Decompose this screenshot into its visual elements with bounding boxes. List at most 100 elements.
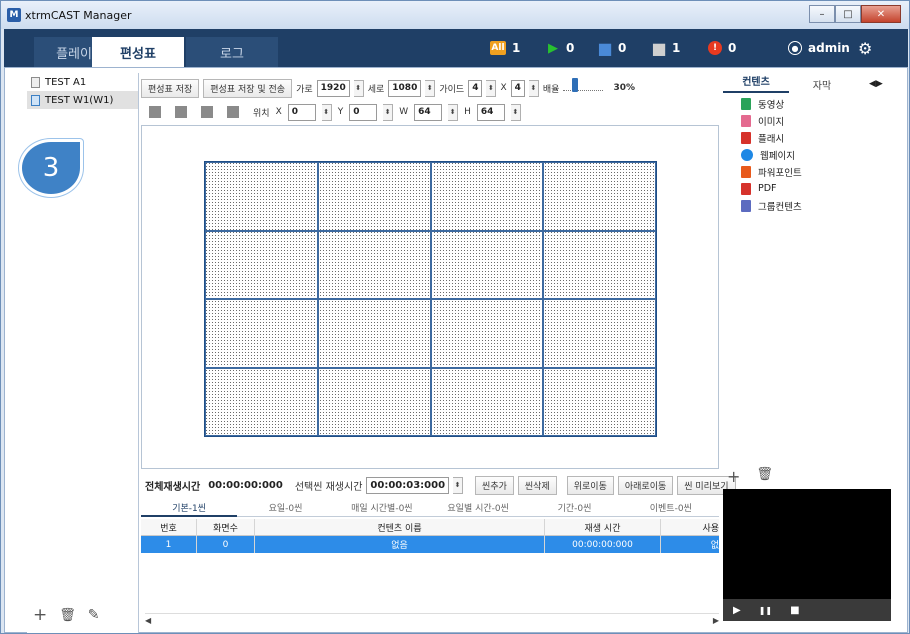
status-offline[interactable]: ■ 1 <box>651 29 680 67</box>
stop-icon[interactable]: ■ <box>790 605 799 616</box>
tab-event[interactable]: 이벤트-0씬 <box>622 499 719 517</box>
guide-x-spinner[interactable]: ⬍ <box>486 79 497 97</box>
list-item[interactable]: 이미지 <box>741 112 881 129</box>
list-item[interactable]: 파워포인트 <box>741 163 881 180</box>
tab-period[interactable]: 기간-0씬 <box>526 499 623 517</box>
pos-x-input[interactable]: 0 <box>287 103 316 121</box>
align-right-icon[interactable] <box>227 106 239 118</box>
tab-basic[interactable]: 기본-1씬 <box>141 499 238 517</box>
tab-daily-time[interactable]: 매일 시간별-0씬 <box>333 499 430 517</box>
pos-y-spinner[interactable]: ⬍ <box>383 103 394 121</box>
status-stopped[interactable]: ■ 0 <box>597 29 626 67</box>
list-item[interactable]: 웹페이지 <box>741 146 881 163</box>
add-content-icon[interactable]: + <box>727 467 740 486</box>
tab-schedule[interactable]: 편성표 <box>92 37 184 67</box>
settings-gear-icon[interactable]: ⚙ <box>858 29 872 67</box>
grid-cell[interactable] <box>317 162 431 231</box>
grid-cell[interactable] <box>430 162 544 231</box>
zoom-slider[interactable] <box>563 78 604 92</box>
add-scene-button[interactable]: 씬추가 <box>475 475 514 495</box>
height-spinner[interactable]: ⬍ <box>425 79 436 97</box>
pos-w-input[interactable]: 64 <box>414 103 443 121</box>
grid-cell[interactable] <box>205 299 318 368</box>
guide-y-input[interactable]: 4 <box>510 79 525 97</box>
col-screens[interactable]: 화면수 <box>197 518 255 536</box>
status-error[interactable]: ! 0 <box>708 29 736 67</box>
grid-cell[interactable] <box>205 162 318 231</box>
status-playing[interactable]: ▶ 0 <box>546 29 574 67</box>
height-input[interactable]: 1080 <box>388 79 422 97</box>
zoom-slider-thumb[interactable] <box>572 78 579 92</box>
col-content-name[interactable]: 컨텐츠 이름 <box>255 518 545 536</box>
grid-cell[interactable] <box>543 367 656 436</box>
maximize-button[interactable]: □ <box>835 5 861 23</box>
grid-cell[interactable] <box>430 230 544 299</box>
pos-x-spinner[interactable]: ⬍ <box>321 103 332 121</box>
list-item[interactable]: 그룹컨텐츠 <box>741 197 881 214</box>
close-button[interactable]: ✕ <box>861 5 901 23</box>
preview-screen <box>723 489 891 599</box>
minimize-button[interactable]: – <box>809 5 835 23</box>
pos-h-spinner[interactable]: ⬍ <box>510 103 521 121</box>
tab-weekday-time[interactable]: 요일별 시간-0씬 <box>429 499 527 517</box>
scene-time-input[interactable]: 00:00:03:000 <box>366 476 450 494</box>
guide-x-input[interactable]: 4 <box>468 79 483 97</box>
col-use[interactable]: 사용 <box>661 519 719 536</box>
user-menu[interactable]: ● admin <box>788 29 850 67</box>
tab-subtitles[interactable]: 자막 <box>789 77 855 92</box>
status-all[interactable]: All 1 <box>490 29 520 67</box>
width-input[interactable]: 1920 <box>316 79 350 97</box>
move-up-button[interactable]: 위로이동 <box>566 475 614 495</box>
play-icon[interactable]: ▶ <box>733 605 741 616</box>
tab-weekday[interactable]: 요일-0씬 <box>237 499 334 517</box>
trash-icon[interactable]: 🗑 <box>59 608 76 623</box>
grid-cell[interactable] <box>205 367 318 436</box>
col-number[interactable]: 번호 <box>141 518 197 536</box>
tab-scroll-arrows-icon[interactable]: ◀▶ <box>869 79 883 89</box>
pos-h-input[interactable]: 64 <box>476 103 505 121</box>
delete-content-icon[interactable]: 🗑 <box>756 467 773 486</box>
add-icon[interactable]: + <box>33 605 47 625</box>
grid-cell[interactable] <box>430 367 544 436</box>
grid-cell[interactable] <box>205 230 318 299</box>
grid-cell[interactable] <box>430 299 544 368</box>
align-left-icon[interactable] <box>201 106 213 118</box>
tab-log[interactable]: 로그 <box>186 37 278 67</box>
scene-time-spinner[interactable]: ⬍ <box>453 476 464 494</box>
pos-w-spinner[interactable]: ⬍ <box>448 103 459 121</box>
list-item[interactable]: TEST W1(W1) <box>27 91 138 109</box>
list-item[interactable]: 동영상 <box>741 95 881 112</box>
delete-scene-button[interactable]: 씬삭제 <box>517 475 557 495</box>
grid-cell[interactable] <box>317 367 431 436</box>
grid-cell[interactable] <box>317 230 431 299</box>
user-icon: ● <box>788 41 802 55</box>
save-send-button[interactable]: 편성표 저장 및 전송 <box>203 78 293 98</box>
cell-use: 없 <box>710 541 719 551</box>
align-bottom-icon[interactable] <box>175 106 187 118</box>
pos-y-input[interactable]: 0 <box>349 103 378 121</box>
grid-cell[interactable] <box>543 299 656 368</box>
list-item[interactable]: 플래시 <box>741 129 881 146</box>
grid-cell[interactable] <box>543 230 656 299</box>
grid-cell[interactable] <box>543 162 656 231</box>
horizontal-scrollbar[interactable]: ◀ ▶ <box>145 613 719 627</box>
grid-cell[interactable] <box>317 299 431 368</box>
list-item[interactable]: PDF <box>741 180 881 197</box>
tab-contents[interactable]: 컨텐츠 <box>723 75 789 93</box>
save-schedule-button[interactable]: 편성표 저장 <box>141 78 200 98</box>
scroll-left-icon[interactable]: ◀ <box>145 616 151 625</box>
list-item[interactable]: TEST A1 <box>27 73 138 91</box>
table-row[interactable]: 1 0 없음 00:00:00:000 없 <box>141 536 719 553</box>
pause-icon[interactable]: ❚❚ <box>759 606 772 615</box>
scroll-right-icon[interactable]: ▶ <box>713 616 719 625</box>
move-down-button[interactable]: 아래로이동 <box>617 475 674 495</box>
scene-table: 번호 화면수 컨텐츠 이름 재생 시간 사용 1 0 없음 00:00:00:0… <box>141 518 719 553</box>
w-label: W <box>399 107 409 117</box>
col-play-time[interactable]: 재생 시간 <box>545 518 661 536</box>
pdf-icon <box>741 182 751 195</box>
align-top-icon[interactable] <box>149 106 161 118</box>
screen-grid[interactable] <box>204 161 657 437</box>
guide-y-spinner[interactable]: ⬍ <box>528 79 539 97</box>
edit-icon[interactable]: ✎ <box>88 607 100 623</box>
width-spinner[interactable]: ⬍ <box>353 79 364 97</box>
